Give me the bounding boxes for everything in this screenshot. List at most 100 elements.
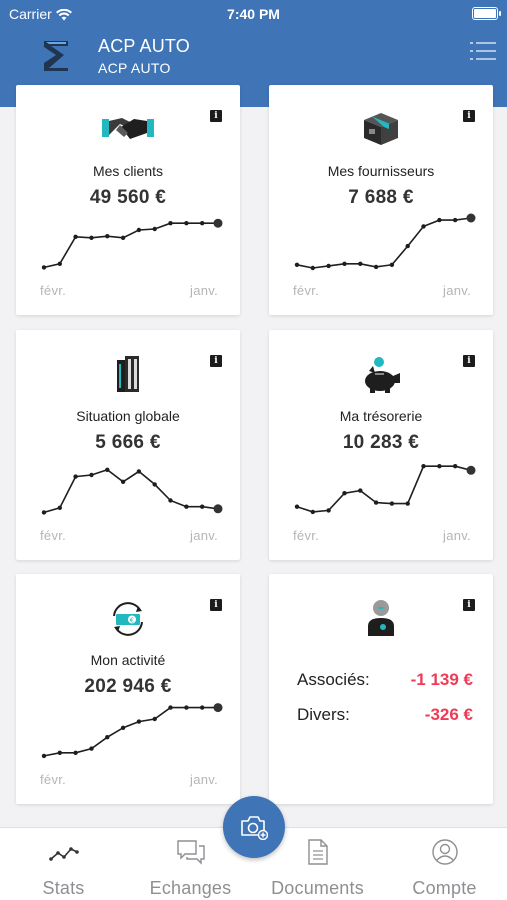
trend-point (184, 705, 189, 710)
card-value: 7 688 € (348, 187, 414, 208)
trend-point (200, 221, 205, 226)
trend-point (89, 472, 94, 478)
trend-point (152, 226, 157, 232)
trend-point (342, 261, 347, 266)
trend-point (168, 498, 173, 503)
card-value: 10 283 € (342, 432, 420, 453)
company-name: ACP AUTO (98, 36, 190, 56)
trend-line (43, 468, 219, 514)
card-situation[interactable]: i Situation globale 5 666 € févr. janv. (16, 330, 240, 560)
trend-last-point (213, 218, 223, 228)
balance-label: Associés: (297, 670, 370, 689)
trend-point (421, 224, 426, 229)
battery-icon (472, 7, 501, 20)
account-icon (431, 839, 458, 865)
status-bar: Carrier 7:40 PM (9, 5, 501, 25)
trend-line (296, 217, 472, 269)
card-fournisseurs[interactable]: i Mes fournisseurs 7 688 € févr. janv. (269, 85, 493, 315)
menu-list-icon[interactable] (469, 40, 497, 62)
axis-start-label: févr. (293, 528, 320, 543)
trend-point (437, 217, 442, 223)
card-title: Mes fournisseurs (327, 163, 435, 179)
trend-point (294, 262, 300, 267)
money-cycle-icon: € (113, 602, 143, 636)
trend-point (57, 505, 62, 510)
trend-point (136, 227, 142, 233)
trend-point (89, 235, 94, 240)
card-title: Mes clients (92, 163, 164, 179)
scan-document-button[interactable] (223, 796, 285, 858)
card-tresorerie[interactable]: i Ma trésorerie 10 283 € févr. janv. (269, 330, 493, 560)
trend-point (200, 504, 205, 509)
axis-start-label: févr. (293, 283, 320, 298)
tab-label: Stats (42, 878, 85, 898)
axis-start-label: févr. (40, 283, 67, 298)
trend-point (294, 504, 300, 509)
company-logo-icon (44, 41, 68, 71)
trend-last-point (213, 504, 223, 514)
trend-point (373, 264, 379, 270)
card-balances[interactable]: i Associés: -1 139 € Divers: -326 € (269, 574, 493, 804)
trend-point (41, 510, 47, 515)
trend-point (373, 500, 379, 505)
trend-line (43, 706, 218, 757)
trend-point (57, 750, 62, 755)
company-block[interactable]: ACP AUTO ACP AUTO (98, 36, 190, 76)
card-activite[interactable]: i € Mon activité 202 946 € févr. janv. (16, 574, 240, 804)
card-value: 49 560 € (89, 187, 167, 208)
trend-point (310, 265, 315, 271)
axis-end-label: janv. (190, 772, 218, 787)
trend-last-point (466, 465, 476, 475)
tab-label: Compte (412, 878, 477, 898)
balance-value: -1 139 € (410, 670, 473, 689)
trend-point (73, 474, 78, 479)
trend-sparkline (41, 467, 223, 515)
trend-point (152, 716, 157, 722)
trend-point (326, 263, 331, 269)
axis-start-label: févr. (40, 528, 67, 543)
trend-point (405, 501, 410, 506)
balance-row-associes: Associés: -1 139 € (297, 670, 473, 690)
trend-point (358, 261, 363, 266)
trend-line (43, 222, 218, 269)
trend-point (168, 705, 173, 710)
trend-point (184, 504, 189, 509)
trend-point (168, 221, 173, 226)
axis-end-label: janv. (190, 528, 218, 543)
trend-point (389, 262, 395, 267)
chat-icon (176, 840, 205, 865)
trend-point (41, 753, 47, 759)
trend-point (120, 479, 126, 484)
handshake-icon (102, 118, 154, 139)
trend-line (296, 465, 472, 513)
trend-point (152, 482, 157, 487)
axis-end-label: janv. (190, 283, 218, 298)
trend-point (421, 464, 426, 469)
trend-point (184, 221, 189, 226)
trend-point (405, 243, 410, 249)
tab-stats[interactable]: Stats (0, 828, 127, 900)
tab-compte[interactable]: Compte (381, 828, 507, 900)
axis-end-label: janv. (443, 528, 471, 543)
camera-add-icon (241, 816, 268, 840)
box-icon (364, 113, 398, 145)
piggy-bank-icon (365, 357, 400, 393)
card-clients[interactable]: i Mes clients 49 560 € févr. janv. (16, 85, 240, 315)
stats-icon (48, 847, 79, 861)
axis-start-label: févr. (40, 772, 67, 787)
svg-text:€: € (130, 617, 134, 625)
trend-point (105, 234, 110, 239)
trend-sparkline (41, 218, 223, 270)
card-title: Ma trésorerie (339, 408, 423, 424)
trend-point (310, 509, 315, 515)
tab-label: Echanges (149, 878, 232, 898)
trend-point (389, 501, 395, 506)
trend-point (453, 217, 458, 223)
trend-point (342, 491, 347, 496)
trend-point (105, 735, 110, 740)
trend-point (326, 508, 331, 513)
clock: 7:40 PM (227, 6, 280, 22)
trend-point (73, 234, 78, 239)
trend-sparkline (294, 464, 476, 515)
building-icon (117, 356, 139, 392)
